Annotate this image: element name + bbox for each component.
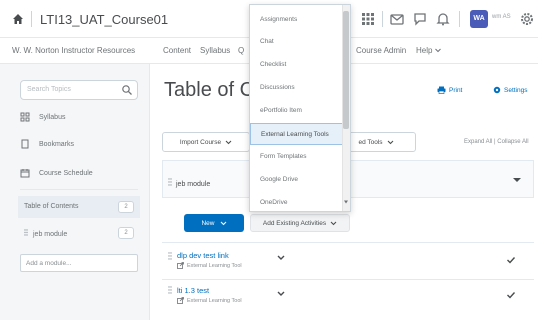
- topic-type: External Learning Tool: [187, 263, 242, 269]
- search-icon[interactable]: [121, 84, 133, 96]
- gear-icon: [493, 86, 501, 94]
- sidebar-item-bookmarks[interactable]: Bookmarks: [20, 139, 74, 149]
- menu-item-chat[interactable]: Chat: [250, 31, 344, 53]
- print-label: Print: [449, 86, 463, 94]
- menu-item-assignments[interactable]: Assignments: [250, 9, 344, 31]
- module-label: jeb module: [33, 231, 68, 238]
- drag-handle-icon: [168, 178, 172, 186]
- add-module-input[interactable]: Add a module...: [20, 254, 138, 272]
- count-badge: 2: [118, 201, 134, 213]
- check-icon: [507, 292, 516, 299]
- sidebar-item-course-schedule[interactable]: Course Schedule: [20, 168, 93, 178]
- avatar[interactable]: WA: [470, 10, 488, 28]
- grid-icon[interactable]: [360, 11, 376, 27]
- chevron-down-icon: [434, 48, 441, 53]
- topic-title[interactable]: dlp dev test link: [177, 251, 229, 260]
- mail-icon[interactable]: [389, 11, 405, 27]
- course-title[interactable]: LTI13_UAT_Course01: [40, 12, 168, 27]
- divider: [20, 189, 138, 190]
- sidebar-item-syllabus[interactable]: Syllabus: [20, 112, 65, 122]
- import-course-button[interactable]: Import Course: [162, 132, 250, 152]
- separator: [459, 11, 460, 27]
- nav-item-q[interactable]: Q: [238, 46, 244, 55]
- collapse-all-link[interactable]: Collapse All: [497, 139, 528, 145]
- chevron-down-icon: [220, 221, 226, 225]
- chevron-down-icon: [225, 140, 232, 144]
- topic-type: External Learning Tool: [187, 298, 242, 304]
- menu-item-discussions[interactable]: Discussions: [250, 77, 344, 99]
- separator: [31, 11, 32, 27]
- add-activity-dropdown-menu: Assignments Chat Checklist Discussions e…: [249, 4, 351, 212]
- calendar-icon: [20, 169, 30, 178]
- module-title[interactable]: jeb module: [176, 181, 210, 188]
- scrollbar-thumb[interactable]: [343, 11, 349, 129]
- nav-item-syllabus[interactable]: Syllabus: [200, 46, 230, 55]
- toc-label: Table of Contents: [24, 203, 79, 210]
- chevron-down-icon[interactable]: [276, 290, 286, 298]
- menu-item-google-drive[interactable]: Google Drive: [250, 169, 344, 191]
- divider: [162, 242, 534, 243]
- menu-item-eportfolio-item[interactable]: ePortfolio Item: [250, 100, 344, 122]
- gear-icon[interactable]: [519, 11, 535, 27]
- chevron-down-icon: [387, 140, 393, 144]
- expand-collapse-links: Expand All | Collapse All: [464, 139, 529, 145]
- menu-item-external-learning-tools[interactable]: External Learning Tools: [250, 123, 344, 145]
- topic-title[interactable]: lti 1.3 test: [177, 286, 209, 295]
- dropdown-scrollbar[interactable]: [342, 5, 350, 211]
- expand-all-link[interactable]: Expand All: [464, 139, 492, 145]
- sidebar-item-label: Syllabus: [39, 113, 66, 121]
- external-tool-icon: [177, 262, 184, 269]
- add-existing-activities-button[interactable]: Add Existing Activities: [250, 214, 350, 232]
- settings-button[interactable]: Settings: [493, 86, 528, 94]
- home-icon[interactable]: [12, 13, 24, 25]
- bell-icon[interactable]: [435, 11, 451, 27]
- new-button-label: New: [201, 219, 215, 227]
- import-course-label: Import Course: [179, 138, 222, 146]
- nav-item-help-label: Help: [416, 46, 433, 55]
- add-module-placeholder: Add a module...: [26, 260, 72, 267]
- module-label-wrap: jeb module: [24, 229, 67, 238]
- nav-item-norton[interactable]: W. W. Norton Instructor Resources: [12, 46, 135, 55]
- chat-icon[interactable]: [412, 11, 428, 27]
- related-tools-label: ed Tools: [358, 138, 383, 146]
- nav-item-course-admin[interactable]: Course Admin: [356, 46, 406, 55]
- tree-icon: [20, 112, 30, 122]
- sidebar-item-label: Bookmarks: [39, 140, 75, 148]
- external-tool-icon: [177, 297, 184, 304]
- printer-icon: [437, 86, 446, 94]
- drag-handle-icon: [168, 252, 172, 260]
- new-button[interactable]: New: [184, 214, 244, 232]
- menu-item-checklist[interactable]: Checklist: [250, 54, 344, 76]
- check-icon: [507, 257, 516, 264]
- chevron-down-icon: [330, 221, 337, 225]
- menu-item-form-templates[interactable]: Form Templates: [250, 146, 344, 168]
- drag-handle-icon: [24, 229, 28, 236]
- scroll-down-arrow-icon[interactable]: [343, 199, 349, 205]
- print-button[interactable]: Print: [437, 86, 462, 94]
- nav-item-help[interactable]: Help: [416, 46, 441, 55]
- sidebar: Search Topics Syllabus Bookmarks Course …: [0, 64, 150, 320]
- sidebar-item-table-of-contents[interactable]: Table of Contents 2: [18, 196, 140, 218]
- search-placeholder: Search Topics: [27, 86, 71, 93]
- drag-handle-icon: [168, 286, 172, 294]
- search-input[interactable]: Search Topics: [20, 80, 138, 100]
- count-badge: 2: [118, 227, 134, 239]
- user-name[interactable]: wm AS: [492, 14, 511, 20]
- nav-item-content[interactable]: Content: [163, 46, 191, 55]
- sidebar-item-label: Course Schedule: [39, 169, 93, 177]
- add-existing-label: Add Existing Activities: [262, 219, 327, 227]
- divider: [162, 279, 534, 280]
- bookmark-icon: [21, 139, 29, 149]
- sidebar-item-jeb-module[interactable]: jeb module 2: [18, 222, 140, 244]
- separator: [382, 11, 383, 27]
- settings-label: Settings: [504, 86, 528, 94]
- chevron-down-icon[interactable]: [512, 176, 522, 184]
- chevron-down-icon[interactable]: [276, 254, 286, 262]
- menu-item-onedrive[interactable]: OneDrive: [250, 192, 344, 211]
